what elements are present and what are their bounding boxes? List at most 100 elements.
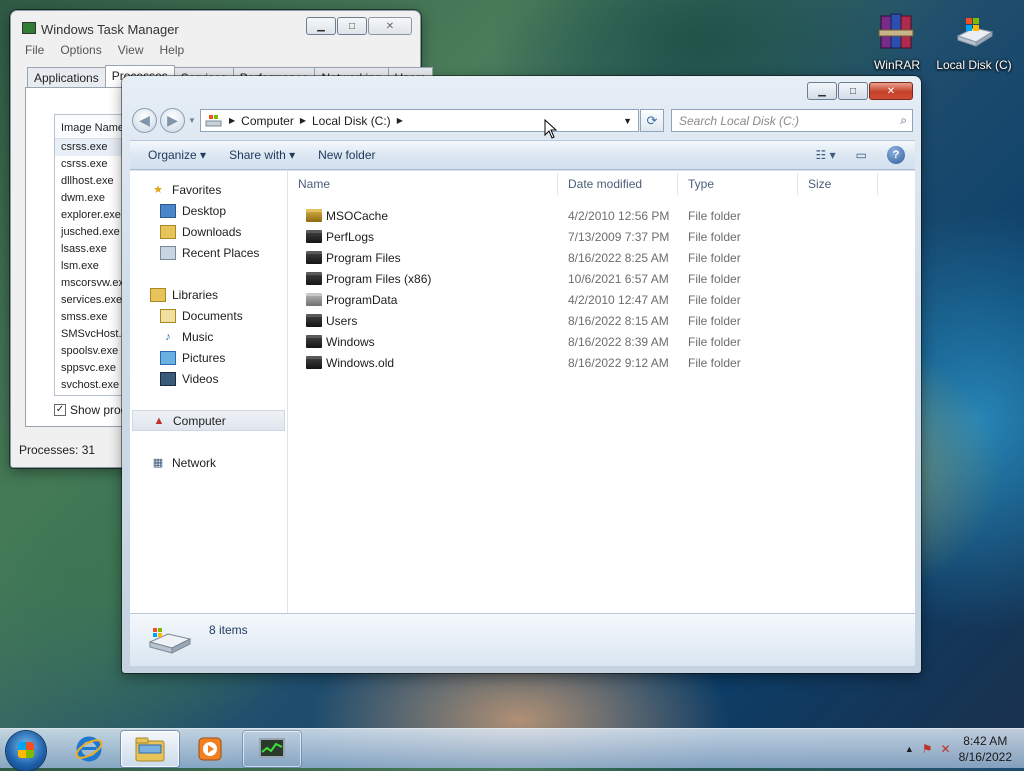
tab-applications[interactable]: Applications xyxy=(27,67,106,87)
desktop-icon-winrar[interactable]: WinRAR xyxy=(857,10,937,72)
address-dropdown-icon[interactable]: ▼ xyxy=(623,116,632,126)
task-manager-icon xyxy=(259,738,285,758)
documents-icon xyxy=(160,308,176,323)
recent-pages-dropdown-icon[interactable]: ▼ xyxy=(188,116,196,125)
command-bar: Organize ▾ Share with ▾ New folder ☷ ▾ ▭… xyxy=(130,140,915,170)
folder-icon xyxy=(306,335,322,348)
item-count: 8 items xyxy=(209,623,248,637)
file-row[interactable]: PerfLogs 7/13/2009 7:37 PM File folder xyxy=(288,226,915,247)
clock-time: 8:42 AM xyxy=(963,734,1008,748)
column-headers: Name Date modified Type Size xyxy=(288,171,915,197)
desktop-icon-label: WinRAR xyxy=(873,58,920,72)
file-row[interactable]: ProgramData 4/2/2010 12:47 AM File folder xyxy=(288,289,915,310)
nav-videos[interactable]: Videos xyxy=(130,368,287,389)
new-folder-button[interactable]: New folder xyxy=(310,148,390,162)
action-center-icon[interactable]: ⚑ xyxy=(922,742,933,756)
nav-network[interactable]: ▦ Network xyxy=(130,452,287,473)
recent-places-icon xyxy=(160,245,176,260)
search-input[interactable]: Search Local Disk (C:) ⌕ xyxy=(671,109,913,132)
network-icon: ▦ xyxy=(152,457,164,469)
folder-icon xyxy=(306,272,322,285)
pictures-icon xyxy=(160,350,176,365)
nav-libraries[interactable]: Libraries xyxy=(130,284,287,305)
menu-options[interactable]: Options xyxy=(60,43,101,57)
status-bar: Processes: 31 xyxy=(19,443,96,457)
folder-icon xyxy=(306,251,322,264)
navigation-pane: ★ Favorites Desktop Downloads Recent Plac… xyxy=(130,171,288,613)
column-name[interactable]: Name xyxy=(288,172,558,195)
nav-music[interactable]: ♪ Music xyxy=(130,326,287,347)
forward-button[interactable]: ▶ xyxy=(160,108,185,133)
start-button[interactable] xyxy=(6,731,46,771)
details-pane: 8 items xyxy=(130,613,915,666)
change-view-button[interactable]: ☷ ▾ xyxy=(816,148,836,162)
menu-file[interactable]: File xyxy=(25,43,44,57)
volume-muted-icon[interactable]: ✕ xyxy=(941,742,951,756)
preview-pane-icon: ▭ xyxy=(855,148,867,162)
file-row[interactable]: Windows 8/16/2022 8:39 AM File folder xyxy=(288,331,915,352)
music-icon: ♪ xyxy=(165,330,171,343)
media-player-icon xyxy=(198,737,222,761)
menu-bar: File Options View Help xyxy=(25,43,184,57)
column-size[interactable]: Size xyxy=(798,172,878,195)
menu-view[interactable]: View xyxy=(118,43,144,57)
desktop-icon-label: Local Disk (C) xyxy=(936,58,1012,72)
winrar-icon xyxy=(875,10,919,54)
show-hidden-icons-button[interactable]: ▲ xyxy=(905,744,914,754)
share-with-button[interactable]: Share with ▾ xyxy=(221,148,310,162)
clock-date: 8/16/2022 xyxy=(958,750,1012,764)
desktop-icon-local-disk[interactable]: Local Disk (C) xyxy=(934,10,1014,72)
nav-computer[interactable]: ▲ Computer xyxy=(132,410,285,431)
help-button[interactable]: ? xyxy=(887,146,905,164)
videos-icon xyxy=(160,371,176,386)
file-row[interactable]: Program Files 8/16/2022 8:25 AM File folde… xyxy=(288,247,915,268)
window-title: Windows Task Manager xyxy=(41,22,179,37)
taskbar-task-manager[interactable] xyxy=(243,731,301,767)
taskbar-windows-explorer[interactable] xyxy=(121,731,179,767)
breadcrumb-separator-icon[interactable]: ▶ xyxy=(397,116,403,125)
file-row[interactable]: Program Files (x86) 10/6/2021 6:57 AM File… xyxy=(288,268,915,289)
file-row[interactable]: MSOCache 4/2/2010 12:56 PM File folder xyxy=(288,205,915,226)
refresh-icon: ⟳ xyxy=(646,112,658,128)
maximize-button[interactable]: □ xyxy=(838,82,868,100)
back-button[interactable]: ◀ xyxy=(132,108,157,133)
minimize-button[interactable]: ▁ xyxy=(807,82,837,100)
view-list-icon: ☷ xyxy=(815,148,827,162)
desktop-icon xyxy=(160,203,176,218)
clock[interactable]: 8:42 AM 8/16/2022 xyxy=(959,733,1012,765)
address-bar[interactable]: ▶ Computer ▶ Local Disk (C:) ▶ ▼ xyxy=(200,109,639,132)
nav-desktop[interactable]: Desktop xyxy=(130,200,287,221)
taskbar-media-player[interactable] xyxy=(181,731,239,767)
file-row[interactable]: Windows.old 8/16/2022 9:12 AM File folder xyxy=(288,352,915,373)
nav-downloads[interactable]: Downloads xyxy=(130,221,287,242)
nav-documents[interactable]: Documents xyxy=(130,305,287,326)
taskbar-internet-explorer[interactable] xyxy=(60,731,118,767)
search-placeholder: Search Local Disk (C:) xyxy=(679,113,800,128)
explorer-window[interactable]: ▁ □ ✕ ◀ ▶ ▼ ▶ Computer ▶ Local Disk (C:)… xyxy=(122,76,921,673)
file-list[interactable]: Name Date modified Type Size MSOCache 4/2… xyxy=(288,171,915,613)
minimize-button[interactable]: ▁ xyxy=(306,17,336,35)
checkbox-checked-icon: ✓ xyxy=(54,404,66,416)
file-row[interactable]: Users 8/16/2022 8:15 AM File folder xyxy=(288,310,915,331)
explorer-body: ★ Favorites Desktop Downloads Recent Plac… xyxy=(130,171,915,613)
system-tray: ▲ ⚑ ✕ 8:42 AM 8/16/2022 xyxy=(905,733,1012,765)
organize-button[interactable]: Organize ▾ xyxy=(140,148,221,162)
nav-favorites[interactable]: ★ Favorites xyxy=(130,179,287,200)
refresh-button[interactable]: ⟳ xyxy=(640,109,664,132)
column-type[interactable]: Type xyxy=(678,172,798,195)
star-icon: ★ xyxy=(153,184,163,196)
folder-icon xyxy=(306,314,322,327)
local-disk-icon xyxy=(952,10,996,54)
preview-pane-button[interactable]: ▭ xyxy=(856,148,867,162)
close-button[interactable]: ✕ xyxy=(368,17,412,35)
menu-help[interactable]: Help xyxy=(160,43,185,57)
nav-recent-places[interactable]: Recent Places xyxy=(130,242,287,263)
nav-pictures[interactable]: Pictures xyxy=(130,347,287,368)
column-date-modified[interactable]: Date modified xyxy=(558,172,678,195)
close-button[interactable]: ✕ xyxy=(869,82,913,100)
search-icon[interactable]: ⌕ xyxy=(900,113,907,128)
breadcrumb-local-disk[interactable]: Local Disk (C:) xyxy=(306,114,397,128)
forward-arrow-icon: ▶ xyxy=(167,112,178,128)
maximize-button[interactable]: □ xyxy=(337,17,367,35)
breadcrumb-computer[interactable]: Computer xyxy=(235,114,300,128)
